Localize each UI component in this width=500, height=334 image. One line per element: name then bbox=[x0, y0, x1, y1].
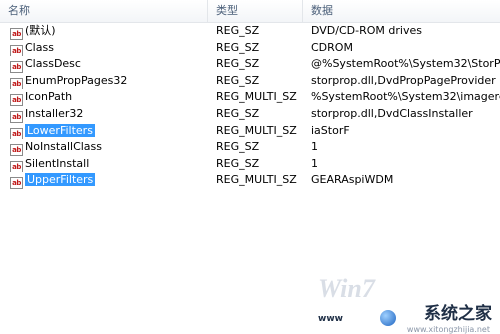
value-name: Installer32 bbox=[25, 106, 84, 120]
value-data: storprop.dll,DvdClassInstaller bbox=[311, 106, 473, 120]
registry-value-row[interactable]: ab (默认) REG_SZ DVD/CD-ROM drives bbox=[0, 23, 500, 40]
value-name: IconPath bbox=[25, 90, 73, 104]
value-type: REG_SZ bbox=[216, 24, 260, 37]
value-name-cell[interactable]: ab (默认) bbox=[10, 23, 208, 40]
value-type: REG_SZ bbox=[216, 73, 260, 87]
value-data: @%SystemRoot%\System32\StorProp.dll, bbox=[311, 57, 500, 71]
string-value-icon: ab bbox=[10, 77, 23, 90]
value-data: 1 bbox=[311, 140, 318, 154]
string-value-icon: ab bbox=[10, 160, 23, 173]
value-name-cell[interactable]: ab EnumPropPages32 bbox=[10, 73, 208, 90]
value-data: CDROM bbox=[311, 40, 353, 54]
registry-value-row[interactable]: ab EnumPropPages32 REG_SZ storprop.dll,DvdP… bbox=[0, 73, 500, 90]
value-name: (默认) bbox=[25, 24, 56, 37]
value-type: REG_SZ bbox=[216, 40, 260, 54]
value-type: REG_MULTI_SZ bbox=[216, 173, 297, 187]
value-type: REG_SZ bbox=[216, 57, 260, 71]
value-name-cell[interactable]: ab ClassDesc bbox=[10, 56, 208, 73]
string-value-icon: ab bbox=[10, 28, 23, 40]
registry-value-row[interactable]: ab UpperFilters REG_MULTI_SZ GEARAspiWDM bbox=[0, 172, 500, 189]
value-name: Class bbox=[25, 40, 54, 54]
value-name-cell[interactable]: ab IconPath bbox=[10, 89, 208, 106]
registry-values-list: ab (默认) REG_SZ DVD/CD-ROM drives ab Class REG_… bbox=[0, 23, 500, 189]
column-header-type[interactable]: 类型 bbox=[208, 0, 303, 22]
value-name-cell[interactable]: ab UpperFilters bbox=[10, 172, 208, 189]
value-name-cell[interactable]: ab LowerFilters bbox=[10, 123, 208, 140]
string-value-icon: ab bbox=[10, 177, 23, 189]
registry-value-row[interactable]: ab Class REG_SZ CDROM bbox=[0, 40, 500, 57]
value-data: 1 bbox=[311, 156, 318, 170]
value-name: ClassDesc bbox=[25, 57, 81, 71]
value-data: DVD/CD-ROM drives bbox=[311, 24, 422, 37]
registry-value-row[interactable]: ab Installer32 REG_SZ storprop.dll,DvdClass… bbox=[0, 106, 500, 123]
string-value-icon: ab bbox=[10, 110, 23, 123]
globe-icon bbox=[380, 310, 396, 326]
value-type: REG_MULTI_SZ bbox=[216, 90, 297, 104]
value-name: UpperFilters bbox=[25, 173, 96, 187]
value-name-cell[interactable]: ab Class bbox=[10, 40, 208, 57]
column-header-data[interactable]: 数据 bbox=[303, 0, 500, 22]
watermark: Win7 www 系统之家 www.xitongzhijia.net bbox=[300, 264, 500, 334]
registry-value-row[interactable]: ab LowerFilters REG_MULTI_SZ iaStorF bbox=[0, 123, 500, 140]
value-data: storprop.dll,DvdPropPageProvider bbox=[311, 73, 496, 87]
string-value-icon: ab bbox=[10, 144, 23, 156]
value-type: REG_MULTI_SZ bbox=[216, 123, 297, 137]
string-value-icon: ab bbox=[10, 44, 23, 57]
watermark-www: www bbox=[318, 314, 343, 324]
value-name: LowerFilters bbox=[25, 123, 95, 137]
registry-value-row[interactable]: ab NoInstallClass REG_SZ 1 bbox=[0, 139, 500, 156]
registry-value-row[interactable]: ab IconPath REG_MULTI_SZ %SystemRoot%\Syste… bbox=[0, 89, 500, 106]
watermark-logo: Win7 bbox=[318, 274, 375, 303]
registry-value-row[interactable]: ab SilentInstall REG_SZ 1 bbox=[0, 156, 500, 173]
registry-value-row[interactable]: ab ClassDesc REG_SZ @%SystemRoot%\System32\… bbox=[0, 56, 500, 73]
string-value-icon: ab bbox=[10, 61, 23, 73]
value-name-cell[interactable]: ab SilentInstall bbox=[10, 156, 208, 173]
value-name: EnumPropPages32 bbox=[25, 73, 128, 87]
string-value-icon: ab bbox=[10, 94, 23, 106]
value-name: SilentInstall bbox=[25, 156, 90, 170]
value-type: REG_SZ bbox=[216, 156, 260, 170]
value-data: iaStorF bbox=[311, 123, 350, 137]
value-type: REG_SZ bbox=[216, 106, 260, 120]
watermark-site-name: 系统之家 bbox=[424, 304, 492, 324]
watermark-url: www.xitongzhijia.net bbox=[406, 325, 490, 334]
value-type: REG_SZ bbox=[216, 140, 260, 154]
column-header-bar: 名称 类型 数据 bbox=[0, 0, 500, 23]
value-name-cell[interactable]: ab Installer32 bbox=[10, 106, 208, 123]
string-value-icon: ab bbox=[10, 127, 23, 140]
value-name: NoInstallClass bbox=[25, 140, 103, 154]
value-data: %SystemRoot%\System32\imageres.dll,-3 bbox=[311, 90, 500, 104]
column-header-name[interactable]: 名称 bbox=[0, 0, 208, 22]
value-data: GEARAspiWDM bbox=[311, 173, 394, 187]
value-name-cell[interactable]: ab NoInstallClass bbox=[10, 139, 208, 156]
